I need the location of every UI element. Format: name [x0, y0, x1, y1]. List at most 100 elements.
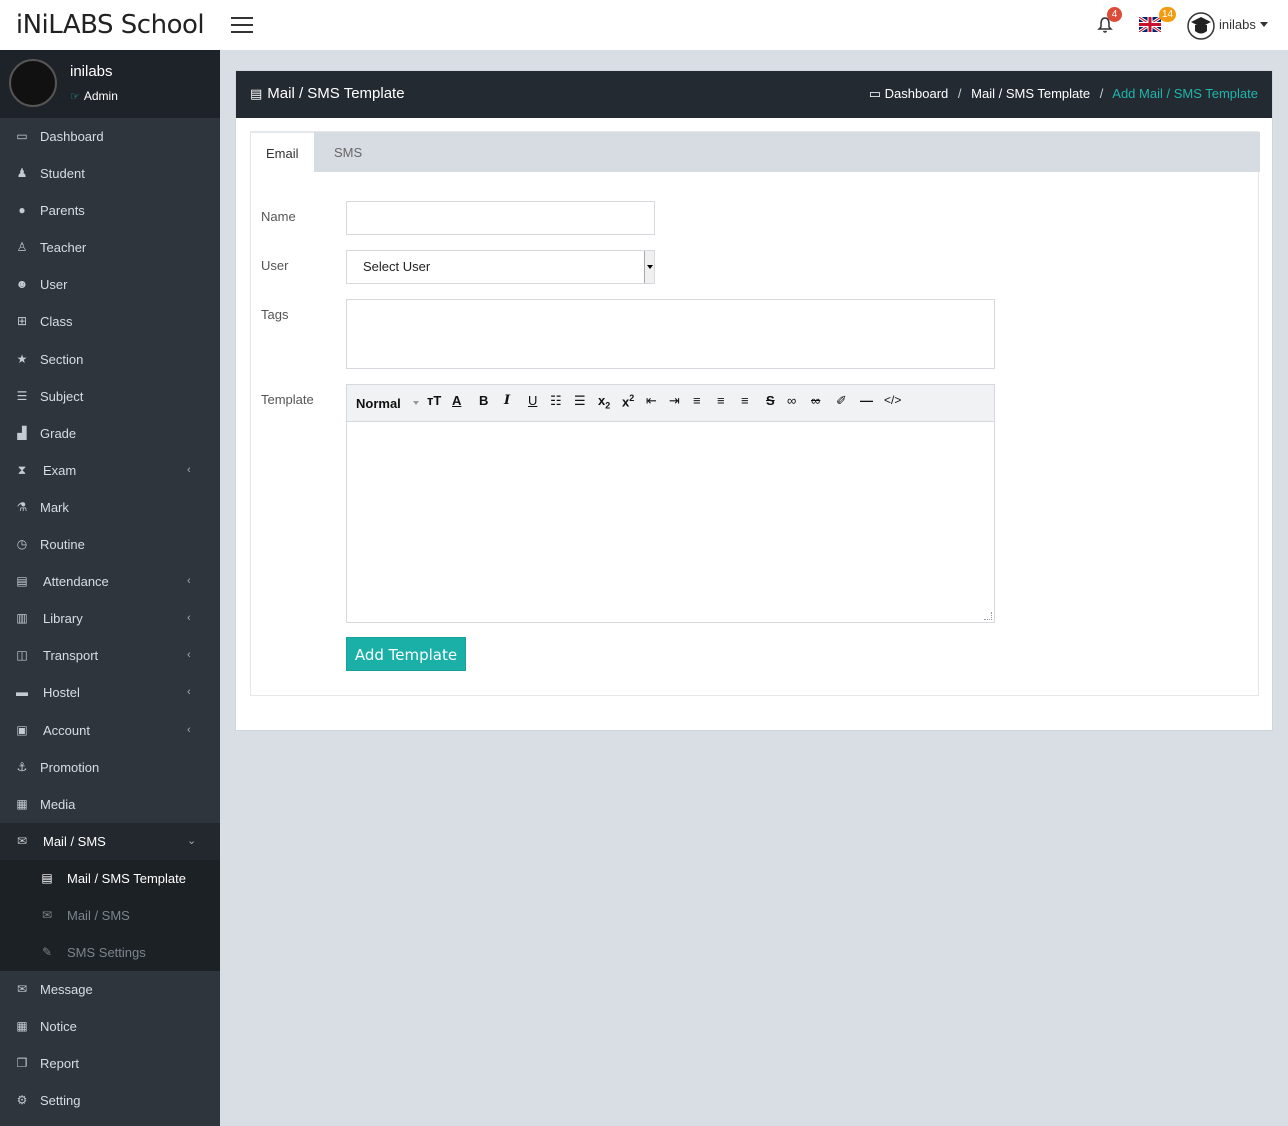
user-select[interactable]: Select User	[346, 250, 655, 284]
flask-icon: ⚗	[16, 499, 28, 514]
template-label: Template	[261, 392, 314, 407]
breadcrumb-current: Add Mail / SMS Template	[1112, 86, 1258, 101]
align-right-icon[interactable]: ≡	[741, 393, 749, 408]
italic-icon[interactable]: I	[504, 393, 510, 408]
uk-flag-icon[interactable]	[1139, 17, 1161, 32]
chevron-left-icon: ‹	[187, 686, 191, 699]
superscript-icon[interactable]: x2	[622, 393, 634, 409]
sidebar-item-mark[interactable]: ⚗ Mark	[0, 489, 220, 526]
tab-bar: Email SMS	[251, 132, 1260, 172]
chevron-left-icon: ‹	[187, 575, 191, 588]
eraser-icon[interactable]: ✐	[836, 393, 847, 409]
tab-sms[interactable]: SMS	[319, 132, 377, 172]
sidebar-item-label: Teacher	[40, 240, 87, 256]
indent-icon[interactable]: ⇥	[669, 393, 680, 409]
sidebar-item-user[interactable]: ☻ User	[0, 266, 220, 303]
envelope-icon: ✉	[16, 981, 28, 996]
sidebar-item-transport[interactable]: ◫ Transport ‹	[0, 637, 220, 674]
sidebar-user-role: ☞ Admin	[70, 89, 118, 103]
horizontal-rule-icon[interactable]: —	[860, 393, 873, 408]
font-color-icon[interactable]: A	[452, 393, 461, 408]
font-size-icon[interactable]: тT	[427, 393, 441, 408]
sidebar-item-notice[interactable]: ▦ Notice	[0, 1008, 220, 1045]
sidebar-item-label: Subject	[40, 388, 84, 404]
breadcrumb-template[interactable]: Mail / SMS Template	[971, 86, 1090, 101]
sidebar-item-label: Class	[40, 314, 73, 330]
user-select-value: Select User	[363, 259, 431, 274]
unlink-icon[interactable]: ∞	[811, 393, 820, 408]
page-title: ▤ Mail / SMS Template	[250, 85, 405, 102]
sidebar-item-promotion[interactable]: ⚓ Promotion	[0, 749, 220, 786]
sidebar-item-teacher[interactable]: ♙ Teacher	[0, 229, 220, 266]
sidebar-item-attendance[interactable]: ▤ Attendance ‹	[0, 563, 220, 600]
name-input[interactable]	[346, 201, 655, 235]
editor-body[interactable]	[347, 422, 994, 622]
outdent-icon[interactable]: ⇤	[646, 393, 657, 409]
chevron-left-icon: ‹	[187, 723, 191, 736]
sidebar-item-class[interactable]: ⊞ Class	[0, 303, 220, 340]
submenu-item-sms-settings[interactable]: ✎ SMS Settings	[0, 934, 220, 971]
tab-email[interactable]: Email	[251, 132, 314, 172]
bold-icon[interactable]: B	[479, 393, 488, 408]
link-icon[interactable]: ∞	[787, 393, 796, 408]
sidebar-item-subject[interactable]: ☰ Subject	[0, 378, 220, 415]
sidebar-item-label: Dashboard	[40, 129, 104, 144]
film-icon: ▦	[16, 796, 28, 811]
sidebar-item-account[interactable]: ▣ Account ‹	[0, 712, 220, 749]
wrench-icon: ✎	[41, 944, 53, 959]
calendar-icon: ▦	[16, 1018, 28, 1033]
brand-logo[interactable]: iNiLABS School	[0, 0, 220, 50]
strikethrough-icon[interactable]: S	[766, 393, 775, 408]
sidebar-item-exam[interactable]: ⧗ Exam ‹	[0, 452, 220, 489]
sidebar-item-dashboard[interactable]: ▭ Dashboard	[0, 118, 220, 155]
sidebar: inilabs ☞ Admin ▭ Dashboard ♟ Student ● Parent…	[0, 50, 220, 1126]
bullet-list-icon[interactable]: ☰	[574, 393, 586, 409]
align-center-icon[interactable]: ≡	[717, 393, 725, 408]
money-icon: ▣	[16, 722, 28, 737]
sidebar-item-setting[interactable]: ⚙ Setting	[0, 1082, 220, 1119]
sidebar-item-label: Library	[43, 611, 83, 627]
subscript-icon[interactable]: x2	[598, 393, 610, 411]
tags-input[interactable]	[346, 299, 995, 369]
user-avatar-icon[interactable]	[1187, 12, 1215, 40]
code-view-icon[interactable]: </>	[884, 393, 901, 407]
sidebar-item-label: Attendance	[43, 574, 109, 590]
sidebar-item-label: User	[40, 277, 68, 293]
ordered-list-icon[interactable]: ☷	[550, 393, 562, 409]
sidebar-item-message[interactable]: ✉ Message	[0, 971, 220, 1008]
sidebar-item-hostel[interactable]: ▬ Hostel ‹	[0, 674, 220, 711]
align-left-icon[interactable]: ≡	[693, 393, 701, 408]
sidebar-item-parents[interactable]: ● Parents	[0, 192, 220, 229]
sidebar-item-label: Account	[43, 722, 90, 738]
header-user-name[interactable]: inilabs	[1219, 17, 1256, 32]
sidebar-item-label: Message	[40, 981, 93, 997]
menu-toggle-icon[interactable]	[231, 17, 253, 33]
sidebar-submenu: ▤ Mail / SMS Template ✉ Mail / SMS ✎ SMS Sett…	[0, 859, 220, 971]
sidebar-item-label: Student	[40, 166, 85, 182]
sidebar-item-routine[interactable]: ◷ Routine	[0, 526, 220, 563]
underline-icon[interactable]: U	[528, 393, 537, 408]
resize-handle-icon[interactable]	[984, 612, 992, 620]
sidebar-item-label: Setting	[40, 1093, 81, 1109]
sidebar-item-report[interactable]: ❐ Report	[0, 1045, 220, 1082]
submenu-item-mail-sms[interactable]: ✉ Mail / SMS	[0, 897, 220, 934]
sidebar-item-section[interactable]: ★ Section	[0, 341, 220, 378]
bus-icon: ◫	[16, 648, 28, 663]
chevron-down-icon[interactable]	[1260, 22, 1268, 27]
submenu-item-mail-sms-template[interactable]: ▤ Mail / SMS Template	[0, 860, 220, 897]
avatar	[9, 59, 57, 107]
breadcrumb-dashboard[interactable]: Dashboard	[885, 86, 949, 101]
sidebar-item-mail-sms[interactable]: ✉ Mail / SMS ⌄	[0, 822, 220, 860]
sidebar-item-student[interactable]: ♟ Student	[0, 155, 220, 192]
chevron-left-icon: ‹	[187, 463, 191, 476]
format-select[interactable]: Normal	[356, 396, 401, 411]
add-template-button[interactable]: Add Template	[346, 637, 466, 671]
submenu-item-label: Mail / SMS Template	[67, 870, 186, 886]
book-icon: ☰	[16, 388, 28, 403]
parents-icon: ●	[18, 203, 26, 218]
sidebar-item-library[interactable]: ▥ Library ‹	[0, 600, 220, 637]
sidebar-item-grade[interactable]: ▟ Grade	[0, 415, 220, 452]
sidebar-item-media[interactable]: ▦ Media	[0, 786, 220, 823]
star-icon: ★	[16, 351, 28, 366]
hourglass-icon: ⧗	[17, 462, 27, 477]
